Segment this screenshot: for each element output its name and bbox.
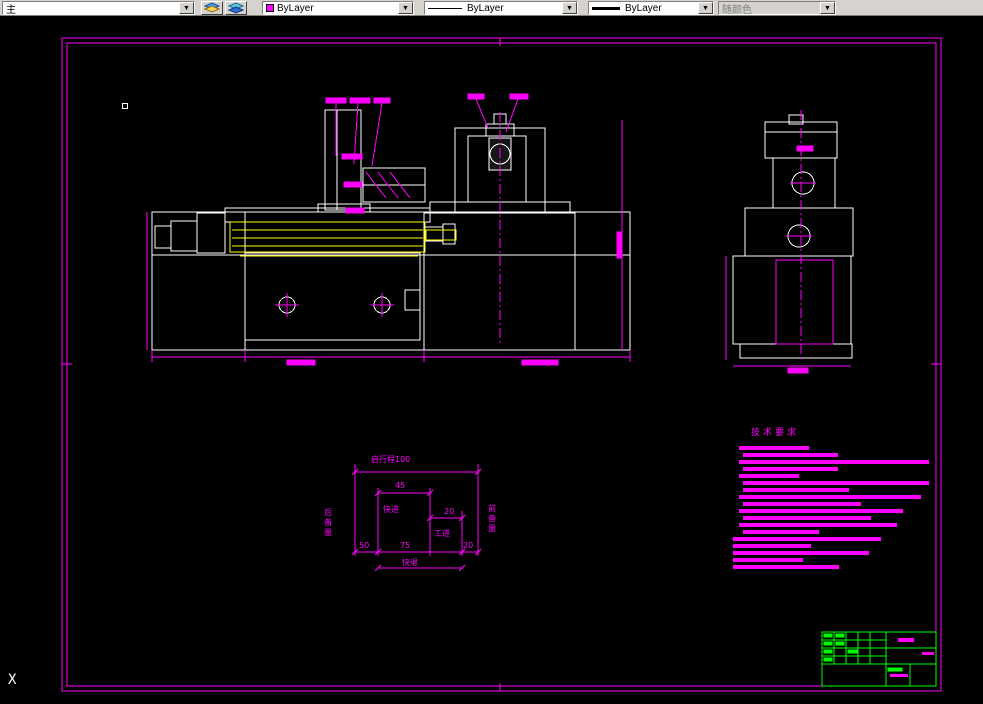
plotstyle-combo: 随颜色 ▼ bbox=[718, 1, 836, 15]
lineweight-sample bbox=[592, 6, 620, 10]
tech-req-line bbox=[739, 509, 903, 513]
cycle-diagram-lines bbox=[351, 464, 482, 572]
tech-req-line bbox=[739, 460, 929, 464]
tech-req-lines bbox=[733, 446, 933, 576]
layer-stack-icon bbox=[228, 2, 244, 14]
cycle-left-label: 后备量 bbox=[323, 508, 333, 538]
cycle-dim-45: 45 bbox=[395, 481, 406, 490]
tech-req-line bbox=[743, 488, 849, 492]
linetype-sample bbox=[428, 7, 462, 9]
color-swatch bbox=[266, 4, 274, 12]
linetype-combo[interactable]: ByLayer ▼ bbox=[424, 1, 578, 15]
tech-req-line bbox=[743, 502, 861, 506]
cycle-right-label: 前备量 bbox=[487, 504, 497, 534]
front-view bbox=[146, 93, 631, 366]
tech-req-title: 技术要求 bbox=[751, 428, 800, 438]
cycle-dim-20b: 20 bbox=[463, 541, 474, 550]
lineweight-combo[interactable]: ByLayer ▼ bbox=[588, 1, 714, 15]
tech-req-line bbox=[733, 544, 811, 548]
lineweight-combo-value: ByLayer bbox=[625, 2, 662, 14]
tech-req-line bbox=[733, 537, 881, 541]
layer-properties-button[interactable] bbox=[201, 1, 223, 15]
cycle-phase-rapid-return: 快退 bbox=[402, 558, 418, 567]
color-combo[interactable]: ByLayer ▼ bbox=[262, 1, 414, 15]
tech-req-line bbox=[733, 551, 869, 555]
layer-combo-value: 主 bbox=[6, 4, 16, 15]
tech-req-line bbox=[743, 467, 838, 471]
chevron-down-icon[interactable]: ▼ bbox=[698, 2, 713, 14]
tech-req-line bbox=[739, 446, 809, 450]
tech-req-line bbox=[739, 474, 799, 478]
pickbox-marker bbox=[122, 103, 128, 109]
cycle-phase-work-feed: 工进 bbox=[434, 529, 450, 538]
tech-req-line bbox=[739, 523, 897, 527]
cycle-dim-50: 50 bbox=[359, 541, 370, 550]
tech-req-line bbox=[733, 565, 839, 569]
cycle-dim-20a: 20 bbox=[444, 507, 455, 516]
chevron-down-icon: ▼ bbox=[820, 2, 835, 14]
chevron-down-icon[interactable]: ▼ bbox=[179, 2, 194, 14]
plotstyle-combo-value: 随颜色 bbox=[722, 4, 752, 15]
tech-req-line bbox=[743, 481, 929, 485]
chevron-down-icon[interactable]: ▼ bbox=[562, 2, 577, 14]
drawing-canvas[interactable]: 技术要求 启行程100 45 快进 20 工进 50 75 20 快退 后备量 … bbox=[0, 16, 983, 704]
layers-icon bbox=[204, 2, 220, 13]
cycle-phase-rapid-advance: 快进 bbox=[383, 505, 399, 514]
cylinder-yellow bbox=[229, 221, 457, 257]
cycle-dim-75: 75 bbox=[400, 541, 411, 550]
cycle-title: 启行程100 bbox=[371, 455, 411, 464]
crosshair-cursor: X bbox=[8, 672, 17, 688]
make-layer-current-button[interactable] bbox=[225, 1, 247, 15]
tech-req-line bbox=[733, 558, 803, 562]
color-combo-value: ByLayer bbox=[277, 2, 314, 14]
tech-req-line bbox=[739, 495, 921, 499]
linetype-combo-value: ByLayer bbox=[467, 2, 504, 14]
object-properties-toolbar: 主 ▼ ByLayer ▼ ByLayer ▼ ByLayer ▼ 随颜色 ▼ bbox=[0, 0, 983, 16]
drawing-svg bbox=[61, 37, 942, 692]
layer-combo[interactable]: 主 ▼ bbox=[2, 1, 195, 15]
side-view bbox=[725, 110, 854, 374]
tech-req-line bbox=[743, 530, 819, 534]
title-block bbox=[821, 631, 937, 687]
tech-req-line bbox=[743, 516, 871, 520]
tech-req-line bbox=[743, 453, 838, 457]
chevron-down-icon[interactable]: ▼ bbox=[398, 2, 413, 14]
